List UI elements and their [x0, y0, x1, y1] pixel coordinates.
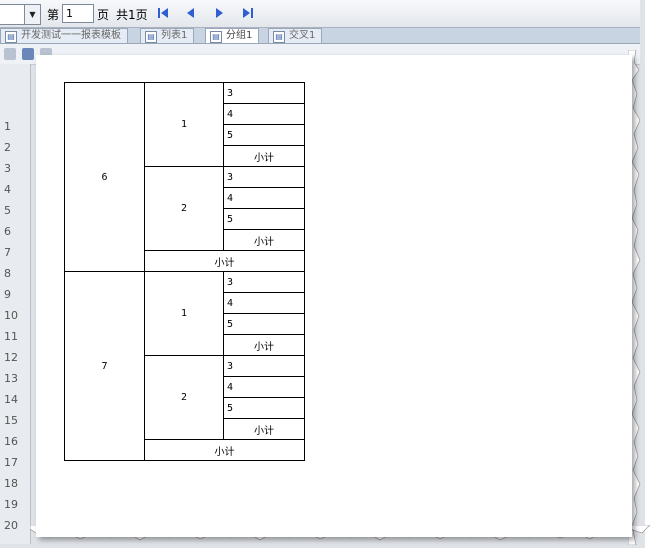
subgroup-cell: 2 [144, 355, 224, 440]
tab-template[interactable]: ▤ 开发测试一一报表模板 [0, 28, 128, 43]
tab-label: 列表1 [161, 30, 188, 41]
row-number: 15 [4, 414, 18, 427]
row-number: 14 [4, 393, 18, 406]
total-pages: 共1页 [116, 8, 148, 22]
row-number: 17 [4, 456, 18, 469]
item-cell: 3 [223, 166, 305, 188]
item-cell: 5 [223, 397, 305, 419]
subgroup-subtotal-cell: 小计 [223, 145, 305, 167]
group-subtotal-cell: 小计 [144, 439, 305, 461]
row-number-gutter: 1 2 3 4 5 6 7 8 9 10 11 12 13 14 15 16 17 18 19 20 [0, 64, 31, 544]
zoom-select[interactable]: ▼ [0, 4, 41, 25]
table-row: 613 [64, 82, 305, 272]
tab-label: 分组1 [226, 30, 253, 41]
report-icon: ▤ [145, 31, 157, 43]
row-number: 9 [4, 288, 11, 301]
item-cell: 5 [223, 124, 305, 146]
row-number: 4 [4, 183, 11, 196]
group-subtotal-cell: 小计 [144, 250, 305, 272]
row-number: 12 [4, 351, 18, 364]
item-cell: 4 [223, 103, 305, 125]
subgroup-cell: 1 [144, 82, 224, 167]
tab-cross1[interactable]: ▤ 交叉1 [268, 28, 323, 43]
page-suffix: 页 [97, 8, 110, 22]
row-number: 6 [4, 225, 11, 238]
page-prefix: 第 [47, 8, 60, 22]
item-cell: 4 [223, 187, 305, 209]
first-page-icon[interactable] [155, 5, 171, 21]
next-page-icon[interactable] [211, 5, 227, 21]
prev-page-icon[interactable] [183, 5, 199, 21]
paging-toolbar: ▼ 第 页 共1页 [0, 0, 640, 28]
item-cell: 5 [223, 313, 305, 335]
row-number: 8 [4, 267, 11, 280]
group-cell: 7 [64, 271, 145, 461]
row-number: 13 [4, 372, 18, 385]
item-cell: 4 [223, 376, 305, 398]
row-number: 3 [4, 162, 11, 175]
designer-tab-bar: ▤ 开发测试一一报表模板 ▤ 列表1 ▤ 分组1 ▤ 交叉1 [0, 27, 640, 44]
report-icon: ▤ [273, 31, 285, 43]
row-number: 2 [4, 141, 11, 154]
row-number: 11 [4, 330, 18, 343]
subgroup-cell: 2 [144, 166, 224, 251]
row-number: 5 [4, 204, 11, 217]
grouped-report-table: 6 1 3 4 5 小计 2 3 4 5 小计 小计 7 1 3 4 5 小计 2 3 4 5 小计 小计 [64, 82, 305, 461]
row-number: 18 [4, 477, 18, 490]
row-number: 1 [4, 120, 11, 133]
subgroup-subtotal-cell: 小计 [223, 418, 305, 440]
table-row: 713 [64, 271, 305, 461]
chevron-down-icon[interactable]: ▼ [24, 5, 40, 24]
row-number: 16 [4, 435, 18, 448]
item-cell: 5 [223, 208, 305, 230]
save-icon[interactable] [22, 48, 34, 60]
group-cell: 6 [64, 82, 145, 272]
page-number-input[interactable] [62, 4, 94, 23]
last-page-icon[interactable] [240, 5, 256, 21]
item-cell: 3 [223, 355, 305, 377]
item-cell: 4 [223, 292, 305, 314]
report-icon: ▤ [5, 31, 17, 43]
report-icon: ▤ [210, 31, 222, 43]
subgroup-subtotal-cell: 小计 [223, 334, 305, 356]
tab-label: 交叉1 [289, 30, 316, 41]
row-number: 20 [4, 519, 18, 532]
row-number: 10 [4, 309, 18, 322]
item-cell: 3 [223, 271, 305, 293]
new-icon[interactable] [4, 48, 16, 60]
row-number: 19 [4, 498, 18, 511]
subgroup-cell: 1 [144, 271, 224, 356]
subgroup-subtotal-cell: 小计 [223, 229, 305, 251]
row-number: 7 [4, 246, 11, 259]
tab-group1[interactable]: ▤ 分组1 [205, 28, 260, 43]
item-cell: 3 [223, 82, 305, 104]
tab-label: 开发测试一一报表模板 [21, 30, 121, 41]
tab-list1[interactable]: ▤ 列表1 [140, 28, 195, 43]
